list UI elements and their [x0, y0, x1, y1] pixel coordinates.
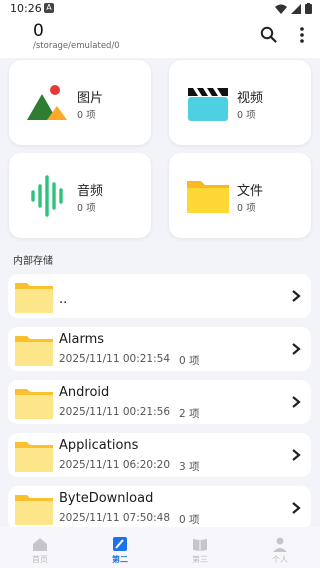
- status-bar: 10:26 A: [0, 0, 320, 18]
- nav-item-profile[interactable]: 个人: [250, 527, 310, 568]
- category-count: 0 项: [237, 203, 256, 214]
- list-item[interactable]: Android 2025/11/11 00:21:56 2 项: [8, 380, 311, 424]
- category-label: 音频: [77, 184, 104, 199]
- folder-icon: [15, 283, 53, 313]
- category-label: 图片: [77, 91, 104, 106]
- folder-icon: [15, 389, 53, 419]
- file-name: Android: [59, 385, 110, 400]
- file-date: 2025/11/11 06:20:20: [59, 459, 171, 471]
- header: 0 /storage/emulated/0: [0, 18, 320, 58]
- more-options-icon[interactable]: [294, 25, 310, 45]
- wifi-icon: [275, 4, 287, 14]
- nav-label: 第二: [112, 555, 128, 564]
- folder-icon: [15, 442, 53, 472]
- nav-label: 第三: [192, 555, 208, 564]
- chevron-right-icon: [292, 343, 301, 355]
- document-edit-icon: [113, 537, 127, 551]
- book-icon: [193, 539, 207, 551]
- nav-label: 首页: [32, 555, 48, 564]
- list-item[interactable]: Applications 2025/11/11 06:20:20 3 项: [8, 433, 311, 477]
- chevron-right-icon: [292, 396, 301, 408]
- file-date: 2025/11/11 07:50:48: [59, 512, 171, 524]
- category-count: 0 项: [77, 203, 96, 214]
- battery-icon: [305, 3, 312, 14]
- status-icons: [275, 3, 312, 14]
- home-icon: [33, 538, 47, 551]
- file-name: Applications: [59, 438, 139, 453]
- file-date: 2025/11/11 00:21:56: [59, 406, 171, 418]
- category-card-files[interactable]: 文件 0 项: [169, 153, 311, 238]
- chevron-right-icon: [292, 290, 301, 302]
- nav-item-home[interactable]: 首页: [10, 527, 70, 568]
- signal-icon: [291, 3, 301, 14]
- file-count: 3 项: [179, 461, 200, 473]
- folder-icon: [15, 336, 53, 366]
- category-count: 0 项: [77, 110, 96, 121]
- file-name: ByteDownload: [59, 491, 154, 506]
- soundwave-icon: [31, 175, 63, 217]
- nav-item-third[interactable]: 第三: [170, 527, 230, 568]
- file-count: 0 项: [179, 355, 200, 367]
- folder-icon: [187, 181, 229, 213]
- list-item[interactable]: ByteDownload 2025/11/11 07:50:48 0 项: [8, 486, 311, 530]
- category-card-audio[interactable]: 音频 0 项: [9, 153, 151, 238]
- category-label: 视频: [237, 91, 264, 106]
- parent-directory-row[interactable]: ..: [8, 274, 311, 318]
- nav-item-second[interactable]: 第二: [90, 527, 150, 568]
- file-name: ..: [59, 292, 68, 307]
- nav-label: 个人: [272, 555, 288, 564]
- category-label: 文件: [237, 184, 264, 199]
- person-icon: [273, 537, 287, 552]
- file-date: 2025/11/11 00:21:54: [59, 353, 171, 365]
- category-card-images[interactable]: 图片 0 项: [9, 60, 151, 145]
- page-title: 0: [33, 21, 44, 41]
- folder-icon: [15, 495, 53, 525]
- clapperboard-icon: [188, 88, 228, 121]
- file-count: 2 项: [179, 408, 200, 420]
- file-count: 0 项: [179, 514, 200, 526]
- file-name: Alarms: [59, 332, 105, 347]
- current-path: /storage/emulated/0: [33, 41, 120, 51]
- section-title: 内部存储: [13, 256, 53, 267]
- category-count: 0 项: [237, 110, 256, 121]
- bottom-nav: 首页 第二 第三 个人: [0, 527, 320, 568]
- chevron-right-icon: [292, 502, 301, 514]
- image-icon: [27, 85, 67, 120]
- notification-icon: A: [44, 3, 54, 13]
- list-item[interactable]: Alarms 2025/11/11 00:21:54 0 项: [8, 327, 311, 371]
- search-icon[interactable]: [259, 25, 279, 45]
- category-card-videos[interactable]: 视频 0 项: [169, 60, 311, 145]
- chevron-right-icon: [292, 449, 301, 461]
- status-time: 10:26: [10, 2, 42, 15]
